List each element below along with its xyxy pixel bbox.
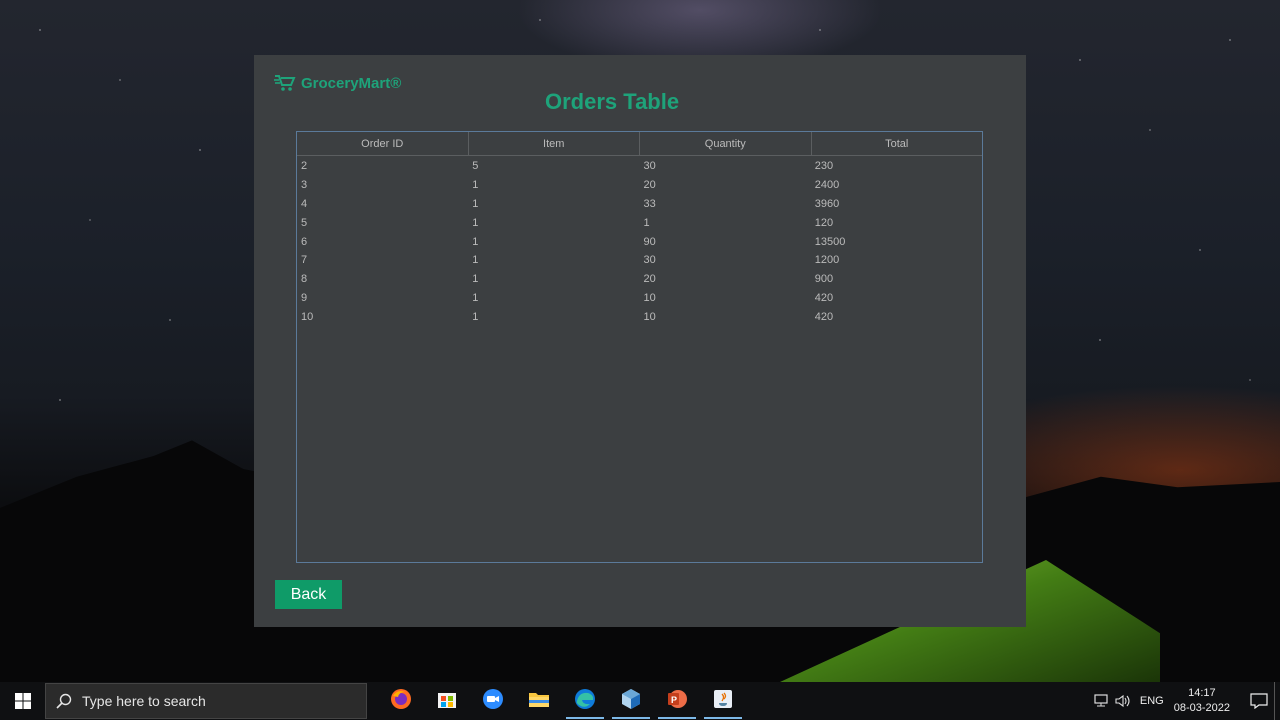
table-cell: 8 [301, 273, 308, 286]
table-cell: 2 [301, 160, 308, 173]
taskbar-app[interactable] [700, 682, 746, 720]
column-header[interactable]: Order ID [297, 132, 469, 155]
table-cell: 2400 [814, 179, 840, 192]
start-button[interactable] [0, 682, 45, 720]
column-header[interactable]: Total [812, 132, 983, 155]
table-cell: 900 [814, 273, 834, 286]
back-button[interactable]: Back [275, 580, 342, 609]
taskbar-app[interactable]: P [654, 682, 700, 720]
table-row[interactable]: 8 1 20 900 [297, 270, 982, 289]
taskbar-app[interactable] [424, 682, 470, 720]
table-row[interactable]: 6 1 90 13500 [297, 232, 982, 251]
table-cell: 1 [472, 197, 479, 210]
system-tray: ENG 14:17 08-03-2022 [1090, 682, 1280, 720]
windows-icon [14, 693, 31, 709]
page-title: Orders Table [545, 89, 680, 114]
table-cell: 1 [472, 310, 479, 323]
notification-icon[interactable] [1244, 682, 1274, 720]
taskbar: Type here to search P ENG 14:17 08-03-20… [0, 682, 1280, 720]
table-row[interactable]: 9 1 10 420 [297, 289, 982, 308]
table-cell: 1 [472, 291, 479, 304]
edge-icon [574, 688, 596, 715]
table-cell: 30 [643, 160, 656, 173]
table-cell: 7 [301, 254, 308, 267]
taskbar-apps: P [378, 682, 746, 720]
column-header[interactable]: Item [469, 132, 640, 155]
java-icon [712, 688, 734, 715]
table-cell: 9 [301, 291, 308, 304]
search-icon [56, 693, 72, 709]
table-header: Order ID Item Quantity Total [297, 132, 982, 156]
table-cell: 4 [301, 197, 308, 210]
table-cell: 1 [472, 254, 479, 267]
table-cell: 120 [814, 216, 834, 229]
table-cell: 1 [643, 216, 650, 229]
table-cell: 420 [814, 291, 834, 304]
brand-logo: GroceryMart® [274, 73, 401, 93]
taskbar-app[interactable] [516, 682, 562, 720]
table-cell: 33 [643, 197, 656, 210]
table-cell: 20 [643, 273, 656, 286]
language-indicator[interactable]: ENG [1140, 695, 1164, 707]
taskbar-app[interactable] [608, 682, 654, 720]
orders-window: GroceryMart® Orders Table Order ID Item Qu… [254, 55, 1026, 627]
table-body: 2 5 30 230 3 1 20 2400 4 1 33 3960 5 1 1 120 6 1 90 13500 7 1… [297, 156, 982, 326]
table-cell: 230 [814, 160, 834, 173]
table-cell: 90 [643, 235, 656, 248]
brand-name: GroceryMart® [301, 74, 402, 92]
taskbar-app[interactable] [378, 682, 424, 720]
column-header[interactable]: Quantity [640, 132, 812, 155]
table-cell: 10 [301, 310, 314, 323]
clock[interactable]: 14:17 08-03-2022 [1174, 686, 1230, 716]
table-row[interactable]: 7 1 30 1200 [297, 251, 982, 270]
table-row[interactable]: 4 1 33 3960 [297, 195, 982, 214]
table-cell: 5 [301, 216, 308, 229]
table-cell: 5 [472, 160, 479, 173]
table-cell: 10 [643, 310, 656, 323]
taskbar-search-box[interactable]: Type here to search [45, 683, 367, 719]
table-row[interactable]: 5 1 1 120 [297, 213, 982, 232]
show-desktop-button[interactable] [1274, 682, 1280, 720]
table-cell: 1 [472, 273, 479, 286]
table-cell: 1 [472, 216, 479, 229]
table-row[interactable]: 10 1 10 420 [297, 307, 982, 326]
zoom-icon [482, 688, 504, 715]
table-cell: 1 [472, 179, 479, 192]
table-cell: 13500 [814, 235, 846, 248]
table-cell: 20 [643, 179, 656, 192]
table-cell: 30 [643, 254, 656, 267]
clock-date: 08-03-2022 [1173, 702, 1230, 714]
shopping-cart-icon [274, 74, 296, 92]
table-cell: 6 [301, 235, 308, 248]
taskbar-app[interactable] [562, 682, 608, 720]
table-row[interactable]: 2 5 30 230 [297, 157, 982, 176]
clock-time: 14:17 [1188, 687, 1216, 699]
table-cell: 1200 [814, 254, 840, 267]
taskbar-app[interactable] [470, 682, 516, 720]
search-placeholder: Type here to search [82, 693, 206, 709]
table-cell: 10 [643, 291, 656, 304]
svg-text:P: P [671, 695, 677, 705]
netbeans-icon [620, 688, 642, 715]
table-cell: 3960 [814, 197, 840, 210]
table-cell: 420 [814, 310, 834, 323]
volume-icon[interactable] [1112, 682, 1134, 720]
firefox-icon [390, 688, 412, 715]
orders-table[interactable]: Order ID Item Quantity Total 2 5 30 230 3 1 20 240… [296, 131, 983, 563]
table-cell: 1 [472, 235, 479, 248]
file-explorer-icon [528, 688, 550, 715]
table-cell: 3 [301, 179, 308, 192]
powerpoint-icon: P [666, 688, 688, 715]
table-row[interactable]: 3 1 20 2400 [297, 176, 982, 195]
network-icon[interactable] [1090, 682, 1112, 720]
store-icon [436, 688, 458, 715]
